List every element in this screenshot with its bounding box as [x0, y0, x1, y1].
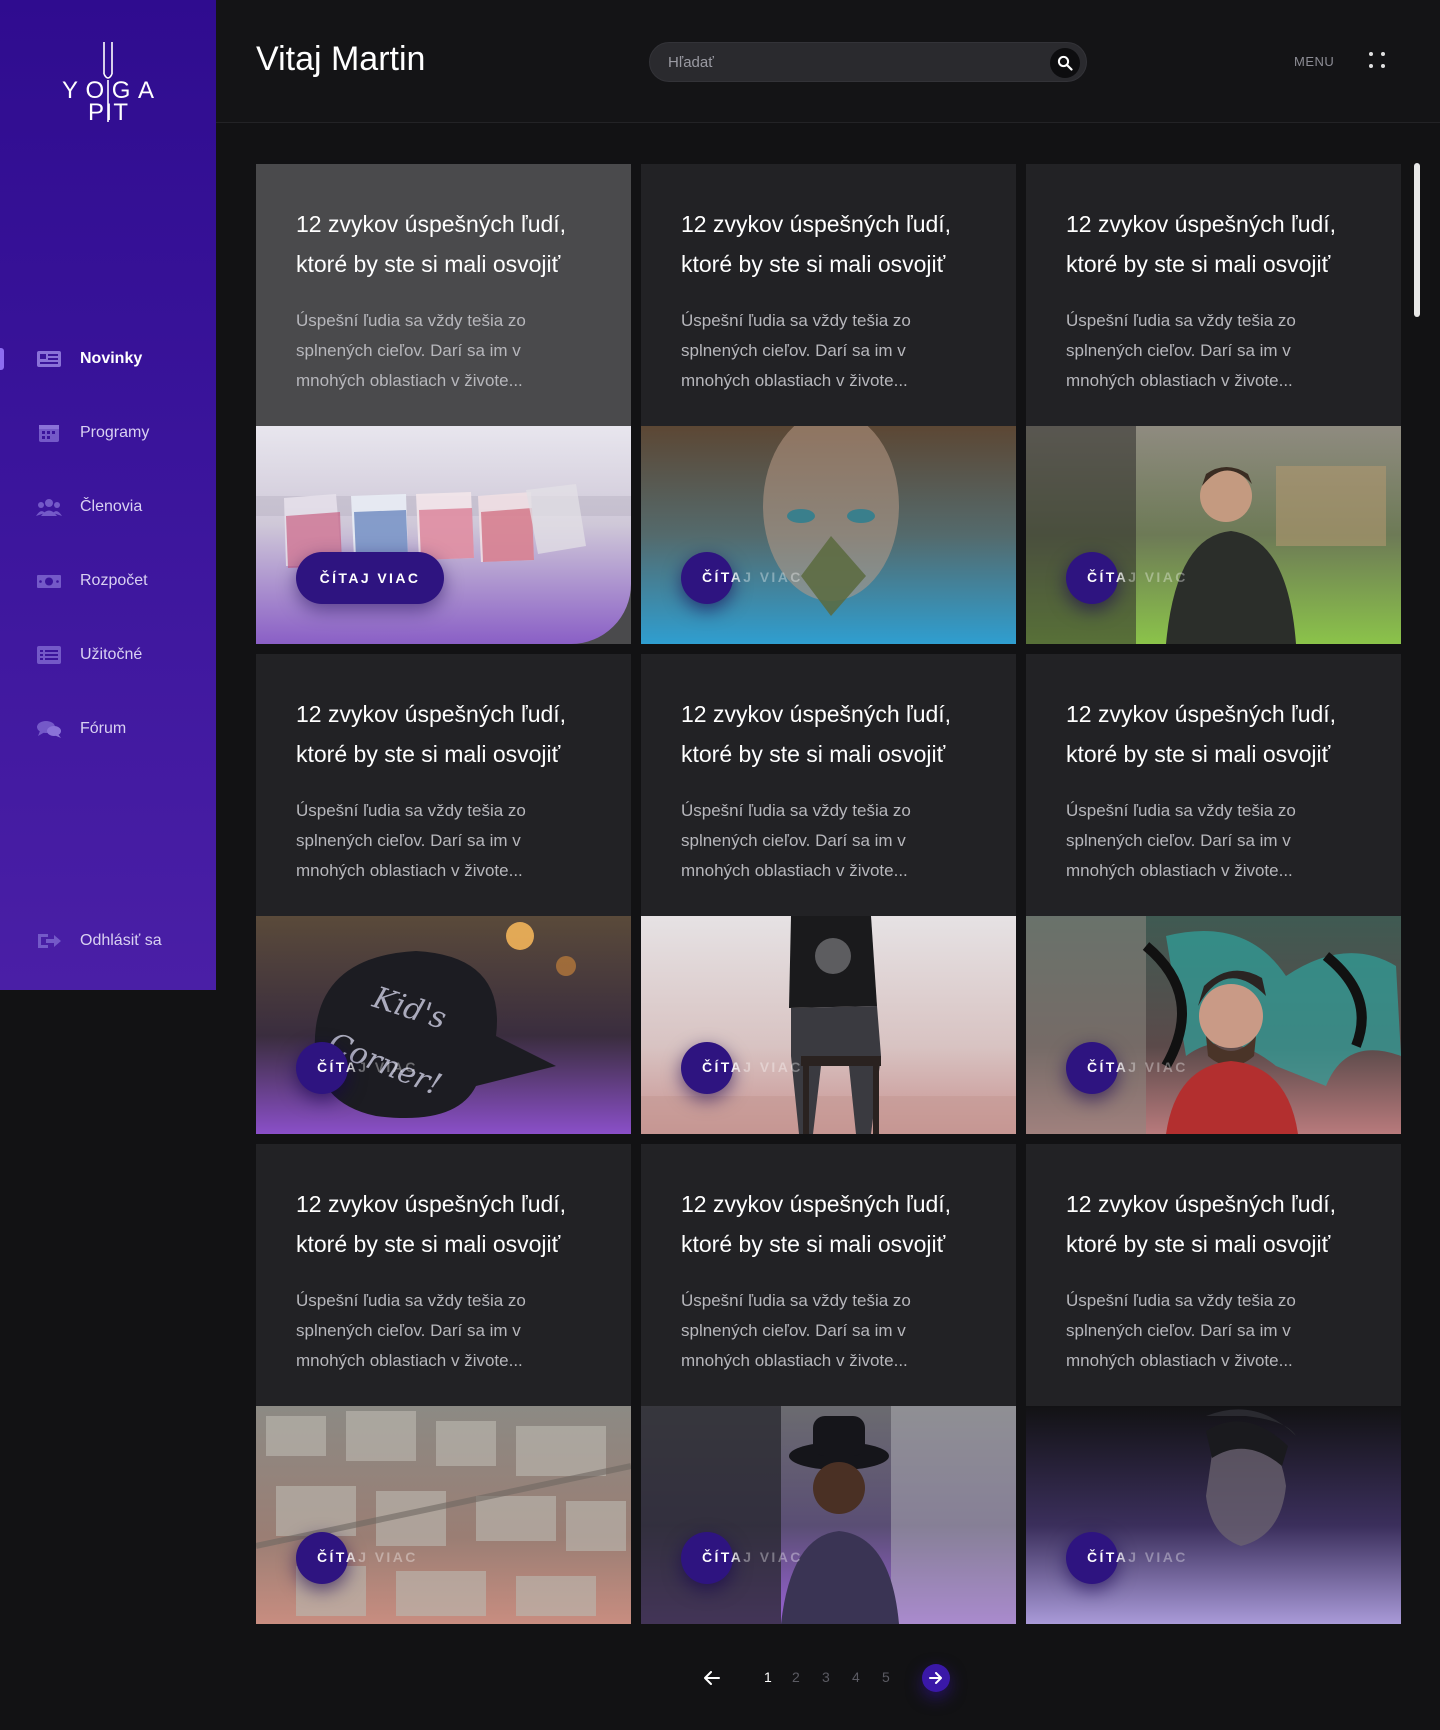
- top-header: Vitaj Martin MENU: [216, 0, 1440, 123]
- card-title: 12 zvykov úspešných ľudí, ktoré by ste s…: [1066, 1191, 1337, 1257]
- article-card[interactable]: 12 zvykov úspešných ľudí, ktoré by ste s…: [1026, 164, 1401, 644]
- read-more-button[interactable]: ČÍTAJ VIAC: [681, 1532, 800, 1584]
- logout-label: Odhlásiť sa: [80, 932, 162, 949]
- sidebar-item-label: Fórum: [80, 720, 127, 737]
- arrow-left-icon: [704, 1671, 720, 1685]
- money-icon: [36, 571, 62, 591]
- read-more-button[interactable]: ČÍTAJ VIAC: [1066, 552, 1185, 604]
- article-card[interactable]: 12 zvykov úspešných ľudí, ktoré by ste s…: [256, 164, 631, 644]
- article-card[interactable]: 12 zvykov úspešných ľudí, ktoré by ste s…: [641, 1144, 1016, 1624]
- read-more-button[interactable]: ČÍTAJ VIAC: [1066, 1042, 1185, 1094]
- card-image: ČÍTAJ VIAC: [1026, 916, 1401, 1134]
- page-title: Vitaj Martin: [256, 40, 426, 78]
- sidebar-item-forum[interactable]: Fórum: [0, 692, 216, 766]
- pagination: 1 2 3 4 5: [700, 1658, 960, 1698]
- search-icon: [1057, 55, 1073, 71]
- sidebar-item-label: Programy: [80, 424, 150, 441]
- card-description: Úspešní ľudia sa vždy tešia zo splnených…: [296, 801, 526, 880]
- card-image: ČÍTAJ VIAC: [641, 426, 1016, 644]
- page-link[interactable]: 5: [882, 1669, 890, 1685]
- read-more-button[interactable]: ČÍTAJ VIAC: [681, 552, 800, 604]
- search-input[interactable]: [668, 43, 1028, 81]
- arrow-right-icon: [929, 1672, 942, 1684]
- sidebar: YOGA PIT Novinky Programy Členovia Rozpo…: [0, 0, 216, 990]
- card-title: 12 zvykov úspešných ľudí, ktoré by ste s…: [296, 211, 567, 277]
- scrollbar[interactable]: [1414, 163, 1420, 317]
- logo-text-bottom: PIT: [88, 99, 128, 126]
- page-link[interactable]: 1: [764, 1669, 772, 1685]
- card-image: ČÍTAJ VIAC: [641, 916, 1016, 1134]
- article-card[interactable]: 12 zvykov úspešných ľudí, ktoré by ste s…: [1026, 1144, 1401, 1624]
- sidebar-item-label: Rozpočet: [80, 572, 148, 589]
- calendar-icon: [36, 423, 62, 443]
- article-card[interactable]: 12 zvykov úspešných ľudí, ktoré by ste s…: [1026, 654, 1401, 1134]
- sidebar-item-label: Novinky: [80, 350, 143, 367]
- yoga-pit-logo[interactable]: YOGA PIT: [62, 40, 154, 126]
- newspaper-icon: [36, 349, 62, 369]
- sidebar-item-rozpocet[interactable]: Rozpočet: [0, 544, 216, 618]
- page-link[interactable]: 3: [822, 1669, 830, 1685]
- card-description: Úspešní ľudia sa vždy tešia zo splnených…: [296, 311, 526, 390]
- menu-label[interactable]: MENU: [1294, 54, 1334, 69]
- article-card[interactable]: 12 zvykov úspešných ľudí, ktoré by ste s…: [256, 1144, 631, 1624]
- read-more-button[interactable]: ČÍTAJ VIAC: [296, 552, 444, 604]
- sign-out-icon: [36, 931, 62, 951]
- articles-grid: 12 zvykov úspešných ľudí, ktoré by ste s…: [256, 164, 1402, 1624]
- card-title: 12 zvykov úspešných ľudí, ktoré by ste s…: [1066, 701, 1337, 767]
- article-card[interactable]: 12 zvykov úspešných ľudí, ktoré by ste s…: [256, 654, 631, 1134]
- card-title: 12 zvykov úspešných ľudí, ktoré by ste s…: [681, 1191, 952, 1257]
- read-more-button[interactable]: ČÍTAJ VIAC: [296, 1532, 415, 1584]
- read-more-button[interactable]: ČÍTAJ VIAC: [681, 1042, 800, 1094]
- prev-page-button[interactable]: [700, 1666, 724, 1690]
- search-bar: [649, 42, 1087, 82]
- card-image: Kid's Corner! ČÍTAJ VIAC: [256, 916, 631, 1134]
- page-link[interactable]: 4: [852, 1669, 860, 1685]
- read-more-button[interactable]: ČÍTAJ VIAC: [296, 1042, 415, 1094]
- card-description: Úspešní ľudia sa vždy tešia zo splnených…: [1066, 801, 1296, 880]
- next-page-button[interactable]: [922, 1664, 950, 1692]
- logout-button[interactable]: Odhlásiť sa: [0, 904, 216, 978]
- menu-dots-icon[interactable]: [1369, 52, 1387, 70]
- sidebar-item-label: Členovia: [80, 498, 143, 515]
- card-title: 12 zvykov úspešných ľudí, ktoré by ste s…: [1066, 211, 1337, 277]
- card-title: 12 zvykov úspešných ľudí, ktoré by ste s…: [681, 211, 952, 277]
- search-button[interactable]: [1050, 48, 1080, 78]
- card-image: ČÍTAJ VIAC: [1026, 1406, 1401, 1624]
- card-description: Úspešní ľudia sa vždy tešia zo splnených…: [1066, 1291, 1296, 1370]
- card-description: Úspešní ľudia sa vždy tešia zo splnených…: [1066, 311, 1296, 390]
- sidebar-item-clenovia[interactable]: Členovia: [0, 470, 216, 544]
- sidebar-nav: Novinky Programy Členovia Rozpočet Užito…: [0, 322, 216, 766]
- chat-icon: [36, 719, 62, 739]
- article-card[interactable]: 12 zvykov úspešných ľudí, ktoré by ste s…: [641, 164, 1016, 644]
- logout: Odhlásiť sa: [0, 904, 216, 978]
- card-image: ČÍTAJ VIAC: [256, 426, 631, 644]
- card-description: Úspešní ľudia sa vždy tešia zo splnených…: [681, 801, 911, 880]
- sidebar-item-programy[interactable]: Programy: [0, 396, 216, 470]
- card-description: Úspešní ľudia sa vždy tešia zo splnených…: [681, 1291, 911, 1370]
- list-icon: [36, 645, 62, 665]
- read-more-button[interactable]: ČÍTAJ VIAC: [1066, 1532, 1185, 1584]
- card-description: Úspešní ľudia sa vždy tešia zo splnených…: [296, 1291, 526, 1370]
- users-icon: [36, 497, 62, 517]
- card-image: ČÍTAJ VIAC: [256, 1406, 631, 1624]
- card-title: 12 zvykov úspešných ľudí, ktoré by ste s…: [296, 1191, 567, 1257]
- sidebar-item-novinky[interactable]: Novinky: [0, 322, 216, 396]
- article-card[interactable]: 12 zvykov úspešných ľudí, ktoré by ste s…: [641, 654, 1016, 1134]
- sidebar-item-label: Užitočné: [80, 646, 143, 663]
- card-image: ČÍTAJ VIAC: [1026, 426, 1401, 644]
- card-title: 12 zvykov úspešných ľudí, ktoré by ste s…: [296, 701, 567, 767]
- sidebar-item-uzitocne[interactable]: Užitočné: [0, 618, 216, 692]
- card-image: ČÍTAJ VIAC: [641, 1406, 1016, 1624]
- page-link[interactable]: 2: [792, 1669, 800, 1685]
- card-description: Úspešní ľudia sa vždy tešia zo splnených…: [681, 311, 911, 390]
- card-title: 12 zvykov úspešných ľudí, ktoré by ste s…: [681, 701, 952, 767]
